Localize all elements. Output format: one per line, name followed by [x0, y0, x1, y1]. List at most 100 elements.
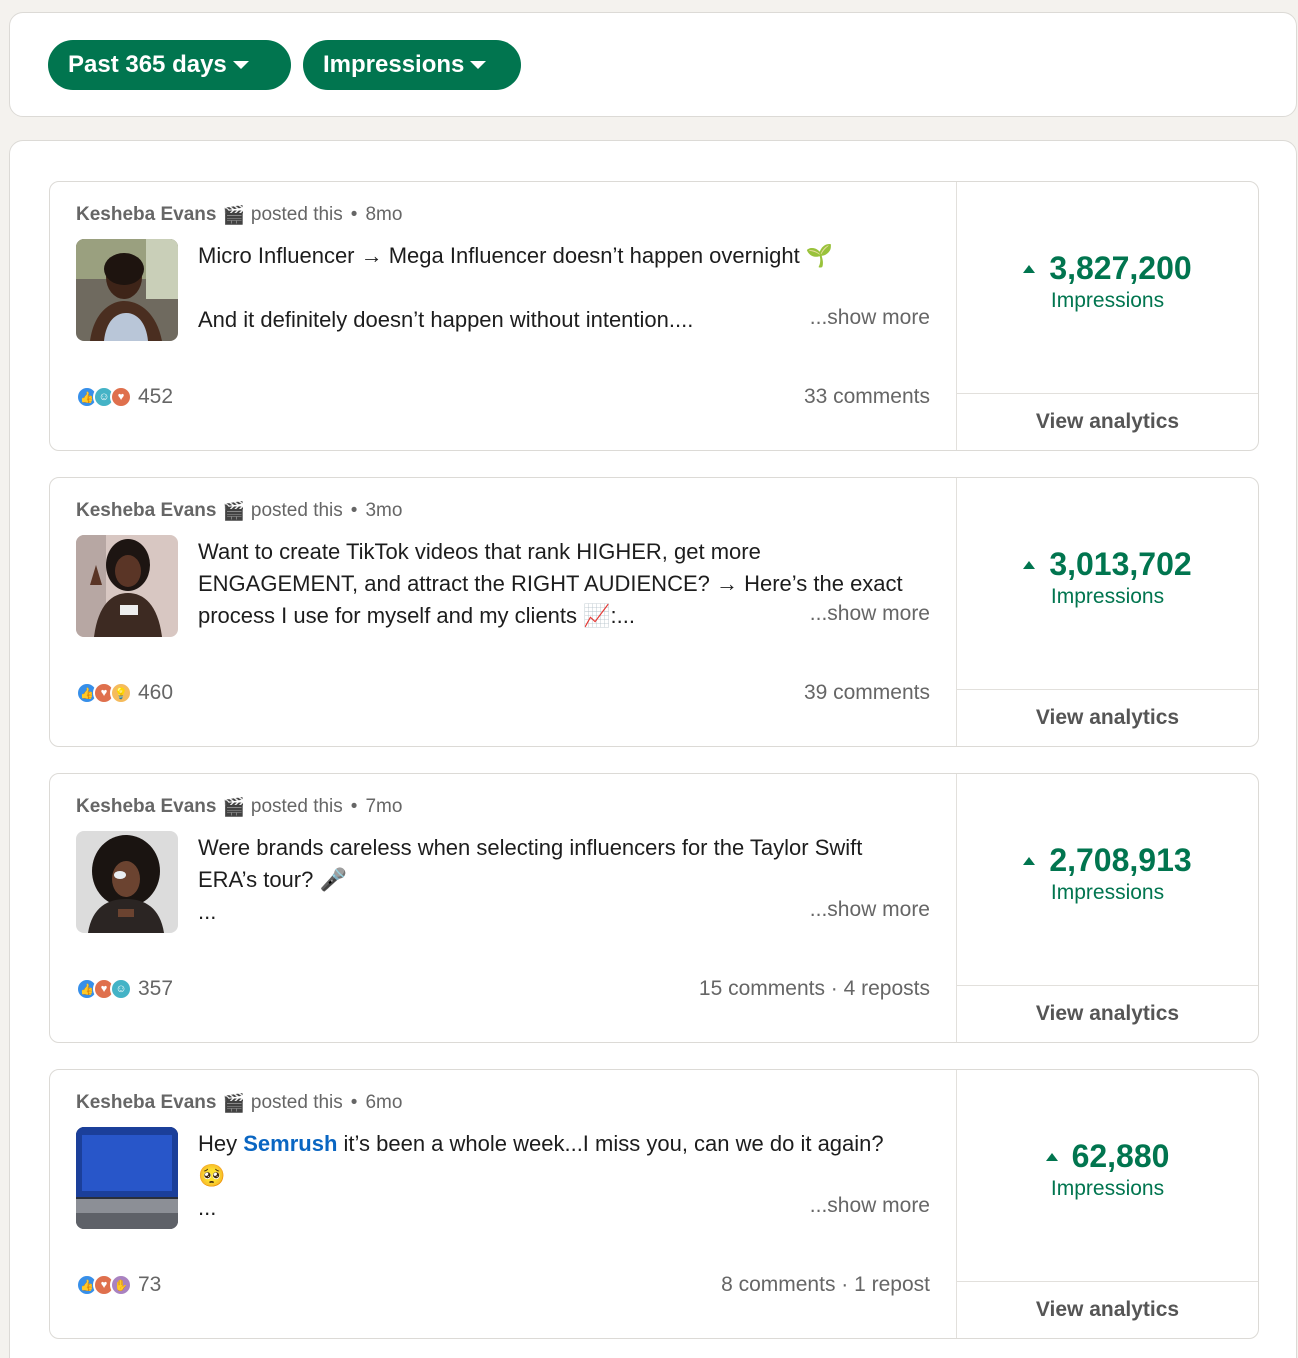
- post-content[interactable]: Kesheba Evans 🎬 posted this • 8mo Micro …: [50, 182, 956, 450]
- insight-reaction-icon: 💡: [110, 682, 132, 704]
- post-text-line: Were brands careless when selecting infl…: [198, 835, 863, 860]
- post-byline: Kesheba Evans 🎬 posted this • 6mo: [76, 1092, 402, 1114]
- post-byline: Kesheba Evans 🎬 posted this • 3mo: [76, 500, 402, 522]
- author-name[interactable]: Kesheba Evans: [76, 796, 216, 818]
- show-more-link[interactable]: ...show more: [810, 1194, 930, 1218]
- trend-up-icon: [1023, 560, 1036, 569]
- impressions-block: 62,880 Impressions: [957, 1138, 1258, 1201]
- reactions-summary[interactable]: 👍 ♥ ☺ 357: [76, 977, 173, 1001]
- post-text-line: Want to create TikTok videos that rank H…: [198, 539, 761, 564]
- filter-bar: Past 365 days Impressions: [9, 12, 1297, 117]
- reaction-count: 452: [138, 385, 174, 408]
- impressions-value: 2,708,913: [1049, 842, 1192, 878]
- posted-this-label: posted this: [250, 1092, 343, 1113]
- post-card: Kesheba Evans 🎬 posted this • 6mo Hey Se…: [49, 1069, 1259, 1339]
- post-age: 8mo: [365, 204, 403, 225]
- clapper-icon: 🎬: [222, 500, 245, 521]
- comments-count[interactable]: 39 comments: [804, 681, 930, 705]
- post-thumbnail[interactable]: [76, 831, 178, 933]
- post-age: 7mo: [365, 796, 403, 817]
- post-metrics: 2,708,913 Impressions View analytics: [956, 774, 1258, 1042]
- post-byline: Kesheba Evans 🎬 posted this • 8mo: [76, 204, 402, 226]
- reactions-summary[interactable]: 👍 ♥ 💡 460: [76, 681, 173, 705]
- view-analytics-button[interactable]: View analytics: [957, 985, 1258, 1042]
- author-name[interactable]: Kesheba Evans: [76, 500, 216, 522]
- show-more-link[interactable]: ...show more: [810, 306, 930, 330]
- impressions-block: 3,013,702 Impressions: [957, 546, 1258, 609]
- post-text-line: ENGAGEMENT, and attract the RIGHT AUDIEN…: [198, 571, 903, 596]
- post-thumbnail[interactable]: [76, 535, 178, 637]
- view-analytics-button[interactable]: View analytics: [957, 393, 1258, 450]
- caret-down-icon: [232, 61, 249, 69]
- post-text-line: ERA’s tour? 🎤: [198, 867, 347, 892]
- post-card: Kesheba Evans 🎬 posted this • 3mo Want t…: [49, 477, 1259, 747]
- post-metrics: 62,880 Impressions View analytics: [956, 1070, 1258, 1338]
- impressions-block: 2,708,913 Impressions: [957, 842, 1258, 905]
- author-name[interactable]: Kesheba Evans: [76, 1092, 216, 1114]
- impressions-value-row: 3,013,702: [1023, 546, 1192, 583]
- impressions-block: 3,827,200 Impressions: [957, 250, 1258, 313]
- post-content[interactable]: Kesheba Evans 🎬 posted this • 7mo Were b…: [50, 774, 956, 1042]
- post-age: 3mo: [365, 500, 403, 521]
- post-thumbnail[interactable]: [76, 1127, 178, 1229]
- impressions-label: Impressions: [1050, 289, 1165, 312]
- caret-down-icon: [470, 61, 487, 69]
- impressions-value: 3,013,702: [1049, 546, 1192, 582]
- post-text-line: Hey Semrush it’s been a whole week...I m…: [198, 1128, 938, 1160]
- reaction-icons: 👍 ♥ 💡: [76, 682, 132, 704]
- posted-this-label: posted this: [250, 204, 343, 225]
- metric-filter-label: Impressions: [323, 51, 465, 78]
- separator-dot: •: [350, 204, 358, 225]
- trend-up-icon: [1023, 856, 1036, 865]
- posts-list: Kesheba Evans 🎬 posted this • 8mo Micro …: [9, 140, 1297, 1358]
- reactions-summary[interactable]: 👍 ☺ ♥ 452: [76, 385, 173, 409]
- post-metrics: 3,827,200 Impressions View analytics: [956, 182, 1258, 450]
- post-text-line: Micro Influencer → Mega Influencer doesn…: [198, 243, 834, 268]
- posted-this-label: posted this: [250, 796, 343, 817]
- separator-dot: •: [350, 796, 358, 817]
- separator-dot: •: [350, 1092, 358, 1113]
- comments-reposts-count[interactable]: 15 comments · 4 reposts: [699, 977, 930, 1001]
- mention-link[interactable]: Semrush: [243, 1131, 337, 1156]
- metric-filter-dropdown[interactable]: Impressions: [303, 40, 521, 90]
- reaction-icons: 👍 ♥ ✋: [76, 1274, 132, 1296]
- period-filter-dropdown[interactable]: Past 365 days: [48, 40, 291, 90]
- post-thumbnail[interactable]: [76, 239, 178, 341]
- post-content[interactable]: Kesheba Evans 🎬 posted this • 6mo Hey Se…: [50, 1070, 956, 1338]
- reaction-icons: 👍 ☺ ♥: [76, 386, 132, 408]
- reaction-count: 73: [138, 1273, 162, 1296]
- post-content[interactable]: Kesheba Evans 🎬 posted this • 3mo Want t…: [50, 478, 956, 746]
- reaction-icons: 👍 ♥ ☺: [76, 978, 132, 1000]
- post-text-line: [198, 272, 938, 304]
- clapper-icon: 🎬: [222, 1092, 245, 1113]
- love-reaction-icon: ♥: [110, 386, 132, 408]
- post-card: Kesheba Evans 🎬 posted this • 8mo Micro …: [49, 181, 1259, 451]
- comments-reposts-count[interactable]: 8 comments · 1 repost: [721, 1273, 930, 1297]
- impressions-value-row: 3,827,200: [1023, 250, 1192, 287]
- post-metrics: 3,013,702 Impressions View analytics: [956, 478, 1258, 746]
- clapper-icon: 🎬: [222, 204, 245, 225]
- impressions-value-row: 62,880: [1045, 1138, 1170, 1175]
- view-analytics-button[interactable]: View analytics: [957, 1281, 1258, 1338]
- comments-count[interactable]: 33 comments: [804, 385, 930, 409]
- separator-dot: •: [350, 500, 358, 521]
- reaction-count: 357: [138, 977, 174, 1000]
- post-card: Kesheba Evans 🎬 posted this • 7mo Were b…: [49, 773, 1259, 1043]
- post-text-fragment: Hey: [198, 1131, 244, 1156]
- post-text-line: 🥺: [198, 1163, 226, 1188]
- show-more-link[interactable]: ...show more: [810, 898, 930, 922]
- period-filter-label: Past 365 days: [68, 51, 227, 78]
- impressions-label: Impressions: [1050, 1177, 1165, 1200]
- reaction-count: 460: [138, 681, 174, 704]
- view-analytics-button[interactable]: View analytics: [957, 689, 1258, 746]
- support-reaction-icon: ✋: [110, 1274, 132, 1296]
- clapper-icon: 🎬: [222, 796, 245, 817]
- reactions-summary[interactable]: 👍 ♥ ✋ 73: [76, 1273, 161, 1297]
- trend-up-icon: [1045, 1152, 1058, 1161]
- impressions-value-row: 2,708,913: [1023, 842, 1192, 879]
- post-byline: Kesheba Evans 🎬 posted this • 7mo: [76, 796, 402, 818]
- author-name[interactable]: Kesheba Evans: [76, 204, 216, 226]
- celebrate-reaction-icon: ☺: [110, 978, 132, 1000]
- show-more-link[interactable]: ...show more: [810, 602, 930, 626]
- impressions-value: 62,880: [1071, 1138, 1170, 1174]
